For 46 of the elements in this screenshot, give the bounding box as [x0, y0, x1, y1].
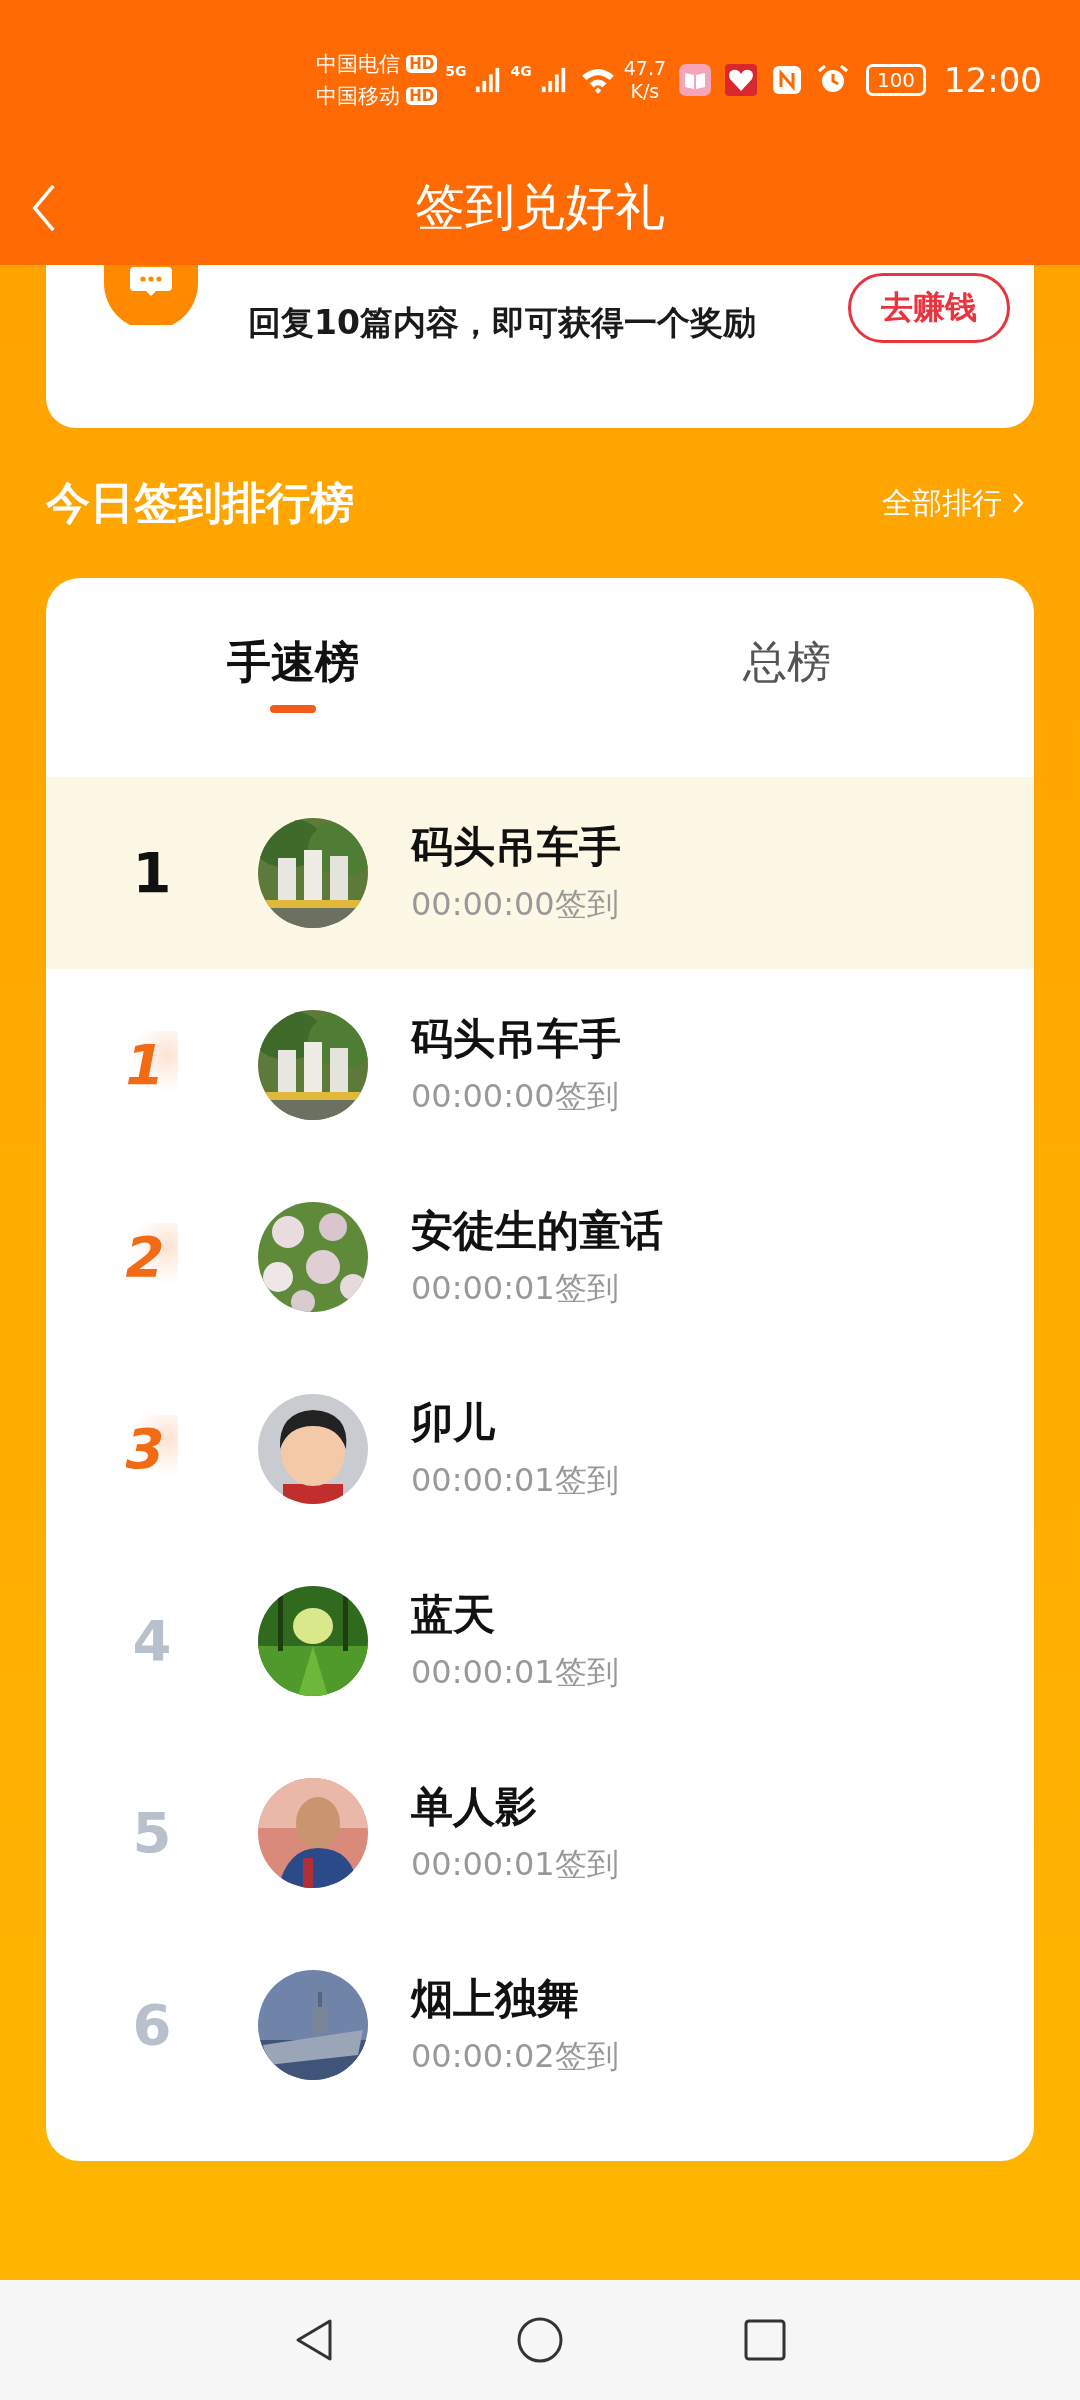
hd-badge: HD	[406, 55, 438, 73]
rank-row[interactable]: 4 蓝天 00:00:01签到	[46, 1545, 1034, 1737]
nfc-icon	[770, 63, 804, 97]
user-name: 码头吊车手	[411, 821, 621, 873]
checkin-time: 00:00:00签到	[411, 884, 620, 925]
user-name: 码头吊车手	[411, 1013, 621, 1065]
battery-icon: 100	[866, 64, 926, 96]
home-icon[interactable]	[515, 2315, 565, 2365]
ranking-tab[interactable]: 手速榜	[46, 578, 540, 777]
checkin-time: 00:00:01签到	[411, 1844, 619, 1885]
rank-row[interactable]: 6 烟上独舞 00:00:02签到	[46, 1929, 1034, 2121]
section-title: 今日签到排行榜	[46, 475, 354, 530]
user-name: 安徒生的童话	[411, 1205, 663, 1257]
my-rank-row[interactable]: 1 码头吊车手 00:00:00签到	[46, 777, 1034, 969]
checkin-time: 00:00:01签到	[411, 1460, 619, 1501]
rank-row[interactable]: 1 码头吊车手 00:00:00签到	[46, 969, 1034, 1161]
page-title: 签到兑好礼	[415, 177, 665, 238]
rank-number: 1	[132, 839, 172, 907]
ranking-tab[interactable]: 总榜	[540, 578, 1034, 777]
rank-row[interactable]: 5 单人影 00:00:01签到	[46, 1737, 1034, 1929]
earn-button[interactable]: 去赚钱	[848, 273, 1010, 343]
user-name: 蓝天	[411, 1589, 496, 1641]
checkin-time: 00:00:01签到	[411, 1268, 620, 1309]
clock-time: 12:00	[944, 60, 1042, 100]
network-label: 4G	[510, 63, 532, 79]
rank-number: 4	[132, 1607, 172, 1675]
checkin-time: 00:00:00签到	[411, 1076, 620, 1117]
user-name: 卯儿	[411, 1397, 496, 1449]
speed-unit: K/s	[630, 80, 660, 103]
carrier-name: 中国移动	[316, 83, 401, 110]
task-description: 回复10篇内容，即可获得一个奖励	[248, 302, 757, 344]
chevron-icon	[1012, 492, 1024, 514]
hd-badge: HD	[406, 87, 438, 105]
checkin-time: 00:00:02签到	[411, 2036, 619, 2077]
carrier-name: 中国电信	[316, 51, 401, 78]
checkin-time: 00:00:01签到	[411, 1652, 619, 1693]
user-name: 烟上独舞	[411, 1973, 580, 2025]
speed-value: 47.7	[623, 57, 666, 80]
rank-number: 5	[132, 1799, 172, 1867]
signal-icon	[539, 66, 568, 94]
user-name: 单人影	[411, 1781, 538, 1833]
network-label: 5G	[445, 63, 467, 79]
rank-row[interactable]: 3 卯儿 00:00:01签到	[46, 1353, 1034, 1545]
rank-number: 6	[132, 1991, 172, 2059]
book-icon	[678, 63, 712, 97]
rank-row[interactable]: 2 安徒生的童话 00:00:01签到	[46, 1161, 1034, 1353]
